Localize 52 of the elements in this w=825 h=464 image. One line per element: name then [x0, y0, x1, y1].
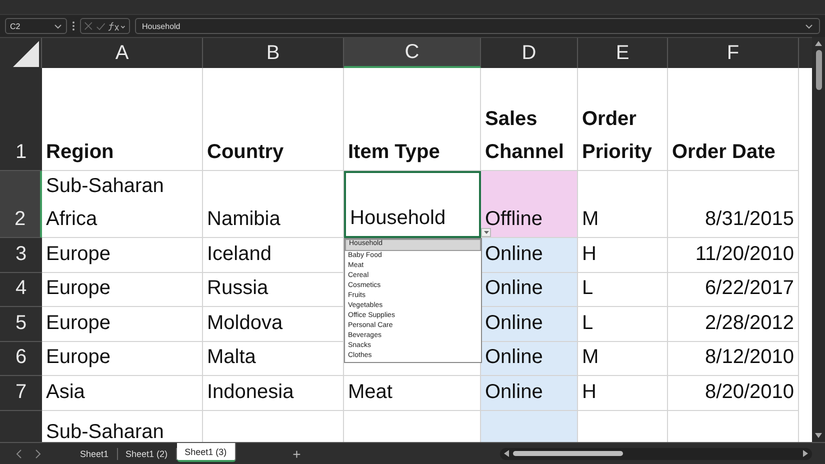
name-box[interactable]: C2 [5, 18, 67, 34]
table-cell: M [578, 342, 668, 376]
table-cell: Moldova [203, 307, 344, 342]
table-cell: Country [203, 68, 344, 171]
table-cell: 2/28/2012 [668, 307, 799, 342]
table-cell: Item Type [344, 68, 481, 171]
table-cell: Meat [344, 376, 481, 410]
add-sheet-button[interactable]: + [288, 446, 305, 462]
table-cell: 11/20/2010 [668, 238, 799, 272]
row-header[interactable]: 6 [0, 342, 42, 376]
table-cell: Online [481, 307, 578, 342]
table-cell: Europe [42, 342, 203, 376]
row-header[interactable]: 7 [0, 376, 42, 410]
table-cell: Online [481, 376, 578, 410]
table-cell: 8/20/2010 [668, 376, 799, 410]
table-cell: Sub-Saharan Africa [42, 171, 203, 238]
table-cell: Malta [203, 342, 344, 376]
row-header[interactable]: 3 [0, 238, 42, 272]
row-header[interactable]: 1 [0, 68, 42, 171]
table-cell: L [578, 307, 668, 342]
row-header[interactable]: 5 [0, 307, 42, 342]
table-cell: H [578, 238, 668, 272]
table-cell: Sub-Saharan [42, 410, 203, 442]
table-cell: 8/31/2015 [668, 171, 799, 238]
table-cell: Russia [203, 272, 344, 307]
table-cell: 6/22/2017 [668, 272, 799, 307]
row-header[interactable]: 2 [0, 171, 42, 238]
table-cell: Europe [42, 272, 203, 307]
table-cell: Iceland [203, 238, 344, 272]
table-cell: Region [42, 68, 203, 171]
table-cell: H [578, 376, 668, 410]
row-header[interactable]: 4 [0, 272, 42, 307]
table-cell: Online [481, 272, 578, 307]
table-cell: Asia [42, 376, 203, 410]
table-cell: M [578, 171, 668, 238]
column-header[interactable]: C [344, 38, 481, 68]
sheet-tab[interactable]: Sheet1 (3) [176, 443, 236, 462]
table-cell: Offline [481, 171, 578, 238]
table-cell: Namibia [203, 171, 344, 238]
table-cell: 8/12/2010 [668, 342, 799, 376]
table-cell: Indonesia [203, 376, 344, 410]
table-cell: Sales Channel [481, 68, 578, 171]
table-cell: L [578, 272, 668, 307]
table-cell: Household [344, 171, 481, 238]
table-cell: Online [481, 238, 578, 272]
table-cell: Order Priority [578, 68, 668, 171]
formula-field[interactable]: Household [135, 18, 820, 34]
table-cell: Europe [42, 238, 203, 272]
table-cell: Order Date [668, 68, 799, 171]
table-cell: Europe [42, 307, 203, 342]
table-cell: Online [481, 342, 578, 376]
sheet-tab[interactable]: Sheet1 [72, 448, 118, 460]
